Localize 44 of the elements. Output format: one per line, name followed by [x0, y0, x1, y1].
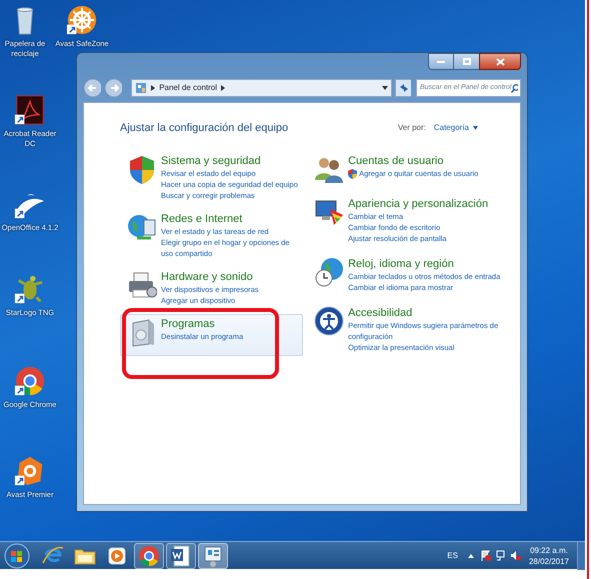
browser-icon[interactable] — [14, 365, 46, 397]
show-hidden-icons-button[interactable] — [468, 554, 474, 558]
language-indicator[interactable]: ES — [447, 550, 458, 562]
globe-clock-icon[interactable] — [314, 256, 344, 286]
category-title[interactable]: Reloj, idioma y región — [348, 256, 454, 270]
search-icon — [511, 84, 518, 92]
category-title[interactable]: Hardware y sonido — [161, 270, 253, 284]
view-by-dropdown[interactable]: Categoría — [434, 122, 478, 134]
breadcrumb-arrow-icon — [221, 85, 226, 91]
category-title[interactable]: Sistema y seguridad — [161, 154, 261, 168]
taskbar-button[interactable] — [198, 542, 228, 568]
back-button[interactable] — [83, 78, 102, 98]
taskbar-button[interactable] — [134, 542, 164, 568]
dropdown-arrow-icon[interactable] — [382, 86, 388, 90]
dropdown-arrow-icon — [473, 126, 478, 130]
maximize-button[interactable] — [454, 53, 479, 70]
shield-icon — [348, 168, 358, 178]
view-by-label: Ver por: — [398, 122, 426, 134]
taskbar-button[interactable] — [166, 542, 196, 568]
minimize-button[interactable] — [428, 53, 454, 70]
category-title[interactable]: Apariencia y personalización — [348, 196, 488, 210]
address-bar[interactable]: Panel de control — [131, 79, 392, 97]
ship-wheel-icon[interactable] — [66, 4, 98, 36]
speaker-muted-icon[interactable] — [510, 550, 521, 561]
category-title[interactable]: Programas — [161, 316, 215, 330]
printer-icon[interactable] — [127, 270, 157, 300]
close-icon — [496, 58, 504, 66]
shield-icon[interactable] — [127, 154, 157, 184]
category-title[interactable]: Accesibilidad — [348, 306, 412, 320]
category-title[interactable]: Redes e Internet — [161, 212, 242, 226]
breadcrumb-arrow-icon — [151, 85, 156, 91]
clock[interactable]: 09:22 a.m. 28/02/2017 — [528, 544, 569, 566]
refresh-button[interactable] — [394, 79, 411, 97]
close-button[interactable] — [479, 53, 521, 70]
page-heading: Ajustar la configuración del equipo — [120, 121, 288, 136]
document-icon[interactable] — [14, 94, 46, 126]
forward-button[interactable] — [104, 78, 122, 98]
network-icon[interactable] — [494, 550, 506, 561]
flag-icon[interactable] — [480, 550, 491, 561]
control-panel-icon — [135, 82, 148, 94]
accessibility-icon[interactable] — [314, 306, 344, 336]
start-button[interactable] — [2, 542, 32, 570]
category-title[interactable]: Cuentas de usuario — [348, 154, 444, 168]
address-text: Panel de control — [159, 82, 218, 94]
